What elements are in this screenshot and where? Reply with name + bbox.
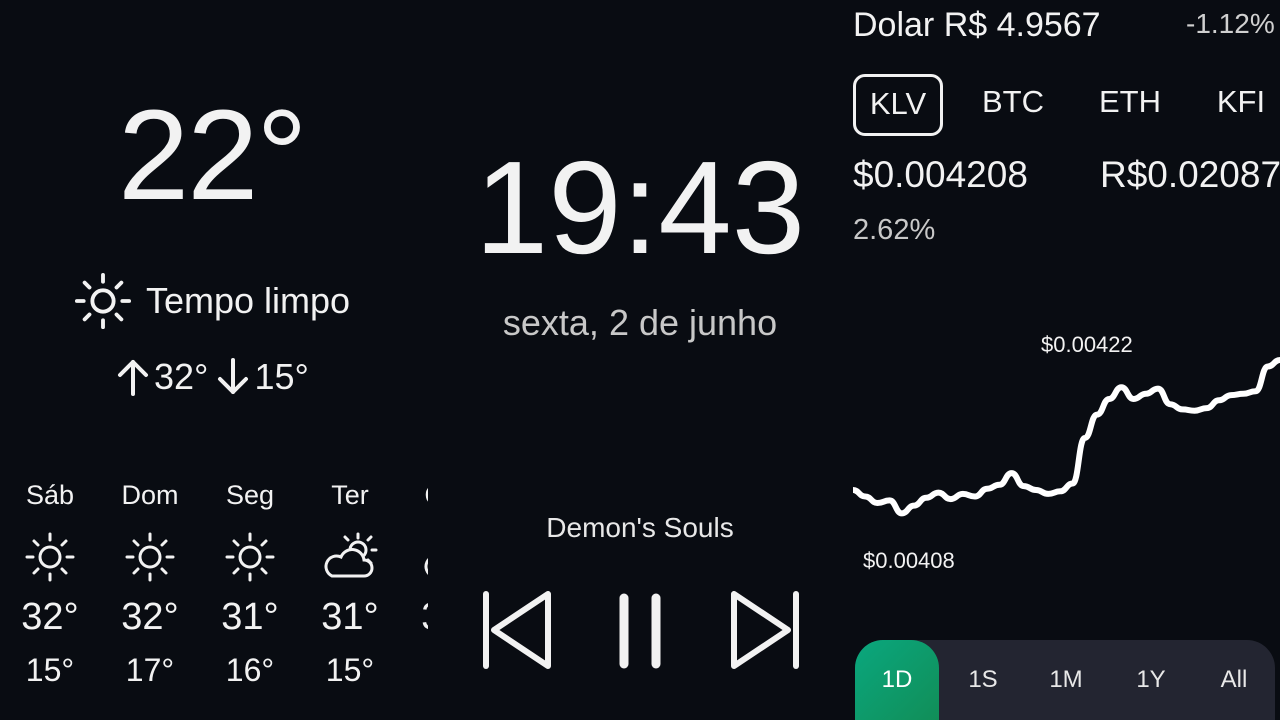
- dollar-change: -1.12%: [1186, 8, 1275, 39]
- forecast-low: 15°: [25, 652, 75, 688]
- forecast-low: 16°: [225, 652, 275, 688]
- previous-track-button[interactable]: [478, 588, 558, 672]
- forecast-day-name: Ter: [331, 480, 369, 510]
- range-1s[interactable]: 1S: [941, 640, 1025, 720]
- price-change-percent: 2.62%: [853, 214, 936, 246]
- tab-kfi[interactable]: KFI: [1203, 74, 1279, 130]
- sun-icon: [74, 272, 132, 330]
- forecast-day: Ter 31° 15°: [300, 478, 400, 686]
- clock-time: 19:43: [474, 134, 806, 281]
- forecast-day-name: Qua: [400, 478, 428, 512]
- current-temperature: 22°: [118, 84, 308, 227]
- next-track-button[interactable]: [724, 588, 804, 672]
- forecast-day-name: Dom: [121, 480, 179, 510]
- high-low-temperature: 32° 15°: [116, 356, 317, 398]
- chart-series-line: [853, 357, 1280, 517]
- forecast-high: 31°: [321, 596, 379, 638]
- condition-label: Tempo limpo: [146, 280, 351, 321]
- weather-condition: Tempo limpo: [74, 272, 350, 330]
- forecast-strip[interactable]: Sáb 32° 15° Dom 32° 17° Seg 31° 16° Ter …: [0, 478, 428, 720]
- chart-max-label: $0.00422: [1041, 332, 1133, 357]
- pause-button[interactable]: [600, 588, 680, 672]
- forecast-high: 32°: [121, 596, 179, 638]
- sun-icon: [25, 532, 75, 582]
- forecast-low: 15°: [400, 654, 428, 686]
- skip-next-icon: [731, 591, 799, 669]
- sun-icon: [225, 532, 275, 582]
- skip-previous-icon: [483, 591, 551, 669]
- forecast-day-name: Sáb: [25, 480, 75, 510]
- range-1y[interactable]: 1Y: [1109, 640, 1193, 720]
- forecast-low: 17°: [125, 652, 175, 688]
- price-brl: R$0.02087: [1100, 154, 1280, 195]
- forecast-day: Sáb 32° 15°: [0, 478, 100, 686]
- forecast-high: 32°: [21, 596, 79, 638]
- forecast-high: 31°: [221, 596, 279, 638]
- partly-cloudy-icon: [324, 532, 378, 578]
- partly-cloudy-icon: [424, 558, 428, 575]
- price-usd: $0.004208: [853, 154, 1028, 195]
- high-temperature: 32°: [154, 356, 209, 397]
- arrow-up-icon: [118, 360, 148, 396]
- forecast-high: 31°: [400, 598, 428, 636]
- forecast-day: Qua 31° 15°: [400, 478, 428, 686]
- price-chart: $0.00422 $0.00408: [853, 332, 1280, 573]
- forecast-day: Dom 32° 17°: [100, 478, 200, 686]
- sun-icon: [125, 532, 175, 582]
- range-1d[interactable]: 1D: [855, 640, 939, 720]
- range-all[interactable]: All: [1192, 640, 1276, 720]
- range-selector: 1D 1S 1M 1Y All: [855, 640, 1275, 720]
- forecast-low: 15°: [325, 652, 375, 688]
- tab-klv[interactable]: KLV: [853, 74, 943, 136]
- forecast-day: Seg 31° 16°: [200, 478, 300, 686]
- track-title: Demon's Souls: [546, 512, 734, 543]
- dollar-rate: Dolar R$ 4.9567: [853, 6, 1101, 44]
- arrow-down-icon: [218, 358, 249, 394]
- clock-date: sexta, 2 de junho: [502, 302, 778, 343]
- chart-min-label: $0.00408: [863, 548, 955, 573]
- tab-btc[interactable]: BTC: [971, 74, 1055, 130]
- forecast-day-name: Seg: [225, 480, 275, 510]
- range-1m[interactable]: 1M: [1024, 640, 1108, 720]
- tab-eth[interactable]: ETH: [1085, 74, 1175, 130]
- low-temperature: 15°: [254, 356, 309, 397]
- pause-icon: [619, 593, 661, 669]
